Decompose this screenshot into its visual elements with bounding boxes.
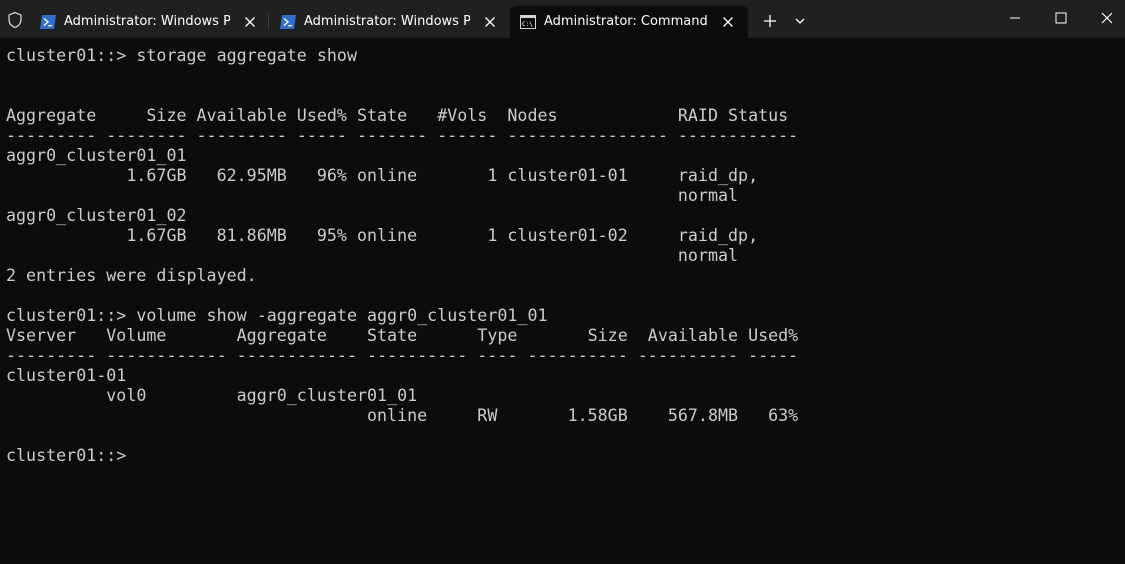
tab-label: Administrator: Windows PowerShell — [304, 14, 470, 29]
title-bar: Administrator: Windows PowerShell Admini… — [0, 0, 1125, 38]
terminal-output[interactable]: cluster01::> storage aggregate showAggre… — [6, 46, 1116, 556]
tab-powershell-1[interactable]: Administrator: Windows PowerShell — [30, 6, 266, 38]
close-tab-icon[interactable] — [720, 14, 736, 30]
terminal-line: 1.67GB 81.86MB 95% online 1 cluster01-02… — [6, 226, 759, 245]
terminal-prompt: cluster01::> — [6, 446, 127, 465]
minimize-button[interactable] — [992, 0, 1038, 38]
close-icon — [1101, 12, 1113, 24]
maximize-icon — [1055, 12, 1067, 24]
tab-command-prompt[interactable]: C:\ Administrator: Command Prompt — [510, 6, 748, 38]
close-button[interactable] — [1084, 0, 1125, 38]
terminal-line: --------- ------------ ------------ ----… — [6, 346, 799, 365]
shield-icon — [6, 11, 24, 29]
tab-label: Administrator: Command Prompt — [544, 14, 710, 29]
close-tab-icon[interactable] — [242, 14, 258, 30]
powershell-icon — [40, 15, 56, 29]
terminal-line: normal — [6, 246, 739, 265]
terminal-line: 2 entries were displayed. — [6, 266, 257, 285]
terminal-line: --------- -------- --------- ----- -----… — [6, 126, 799, 145]
terminal-line: normal — [6, 186, 739, 205]
plus-icon[interactable] — [758, 10, 782, 32]
minimize-icon — [1010, 17, 1020, 19]
powershell-icon — [280, 15, 296, 29]
terminal-line: aggr0_cluster01_02 — [6, 206, 187, 225]
terminal-line: Aggregate Size Available Used% State #Vo… — [6, 106, 789, 125]
terminal-line: aggr0_cluster01_01 — [6, 146, 187, 165]
close-tab-icon[interactable] — [482, 14, 498, 30]
terminal-line: cluster01::> volume show -aggregate aggr… — [6, 306, 548, 325]
command-prompt-icon: C:\ — [520, 15, 536, 29]
tab-powershell-2[interactable]: Administrator: Windows PowerShell — [270, 6, 506, 38]
maximize-button[interactable] — [1038, 0, 1084, 38]
terminal-line: 1.67GB 62.95MB 96% online 1 cluster01-01… — [6, 166, 759, 185]
terminal-line: online RW 1.58GB 567.8MB 63% — [6, 406, 799, 425]
svg-text:C:\: C:\ — [522, 21, 533, 28]
terminal-line: Vserver Volume Aggregate State Type Size… — [6, 326, 799, 345]
terminal-line: cluster01-01 — [6, 366, 127, 385]
terminal-line: cluster01::> storage aggregate show — [6, 46, 357, 65]
terminal-line: vol0 aggr0_cluster01_01 — [6, 386, 418, 405]
chevron-down-icon[interactable] — [790, 11, 810, 31]
tab-label: Administrator: Windows PowerShell — [64, 14, 230, 29]
tab-divider — [268, 14, 269, 30]
